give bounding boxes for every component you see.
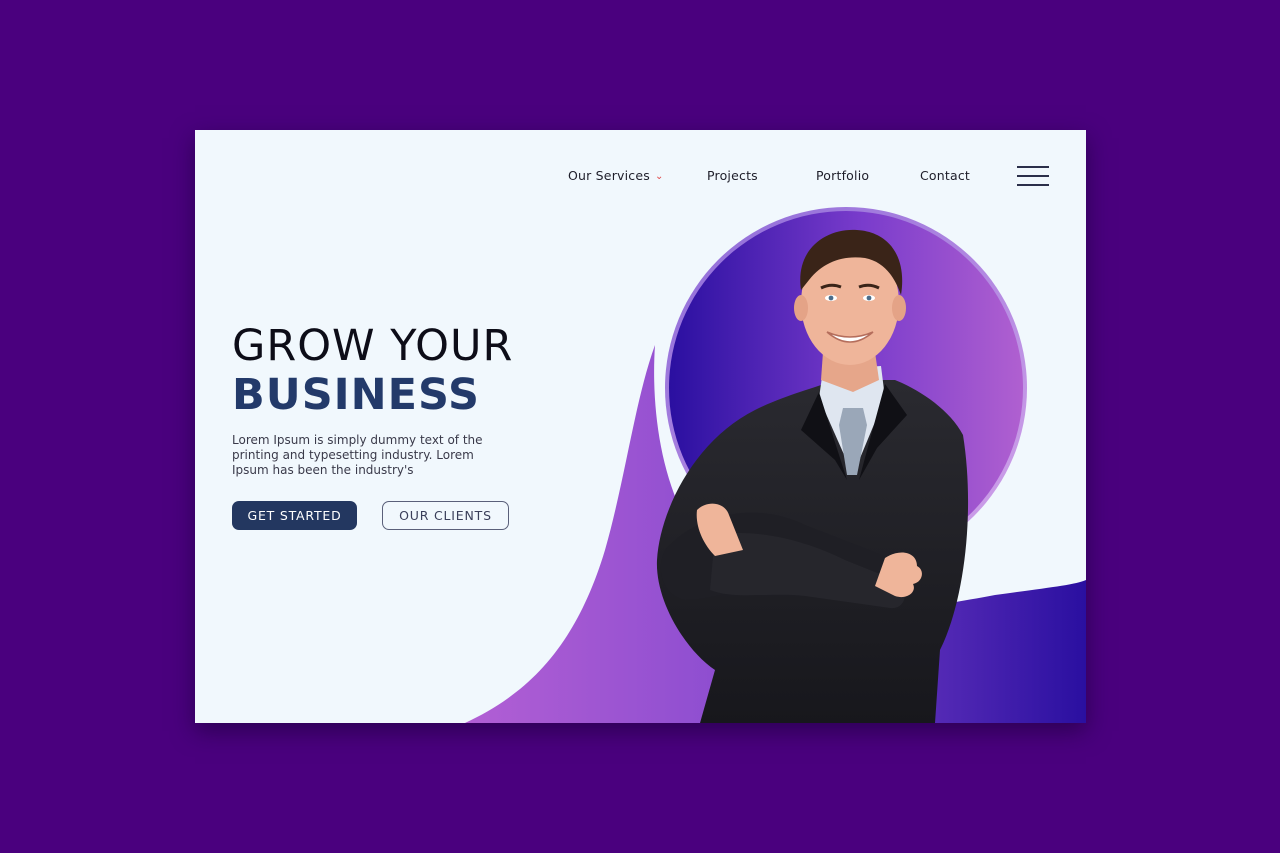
nav-item-portfolio[interactable]: Portfolio xyxy=(816,168,869,183)
nav-item-projects[interactable]: Projects xyxy=(707,168,758,183)
page-background: Our Services ⌄ Projects Portfolio Contact… xyxy=(0,0,1280,853)
hero-description: Lorem Ipsum is simply dummy text of the … xyxy=(232,433,483,477)
nav-item-our-services[interactable]: Our Services ⌄ xyxy=(568,168,664,183)
nav-item-label: Projects xyxy=(707,168,758,183)
get-started-button[interactable]: GET STARTED xyxy=(232,501,357,530)
chevron-down-icon: ⌄ xyxy=(654,171,664,182)
our-clients-button[interactable]: OUR CLIENTS xyxy=(382,501,509,530)
landing-page-card: Our Services ⌄ Projects Portfolio Contact… xyxy=(195,130,1086,723)
nav-item-label: Our Services xyxy=(568,168,650,183)
nav-item-label: Portfolio xyxy=(816,168,870,183)
nav-item-label: Contact xyxy=(920,168,971,183)
main-navigation: Our Services ⌄ Projects Portfolio Contact xyxy=(195,168,1086,188)
hero-title-line2: BUSINESS xyxy=(232,370,481,420)
hero-title-line1: GROW YOUR xyxy=(232,321,514,371)
nav-item-contact[interactable]: Contact xyxy=(920,168,970,183)
hamburger-menu-icon[interactable] xyxy=(1017,166,1049,186)
decorative-shapes xyxy=(465,207,1086,723)
